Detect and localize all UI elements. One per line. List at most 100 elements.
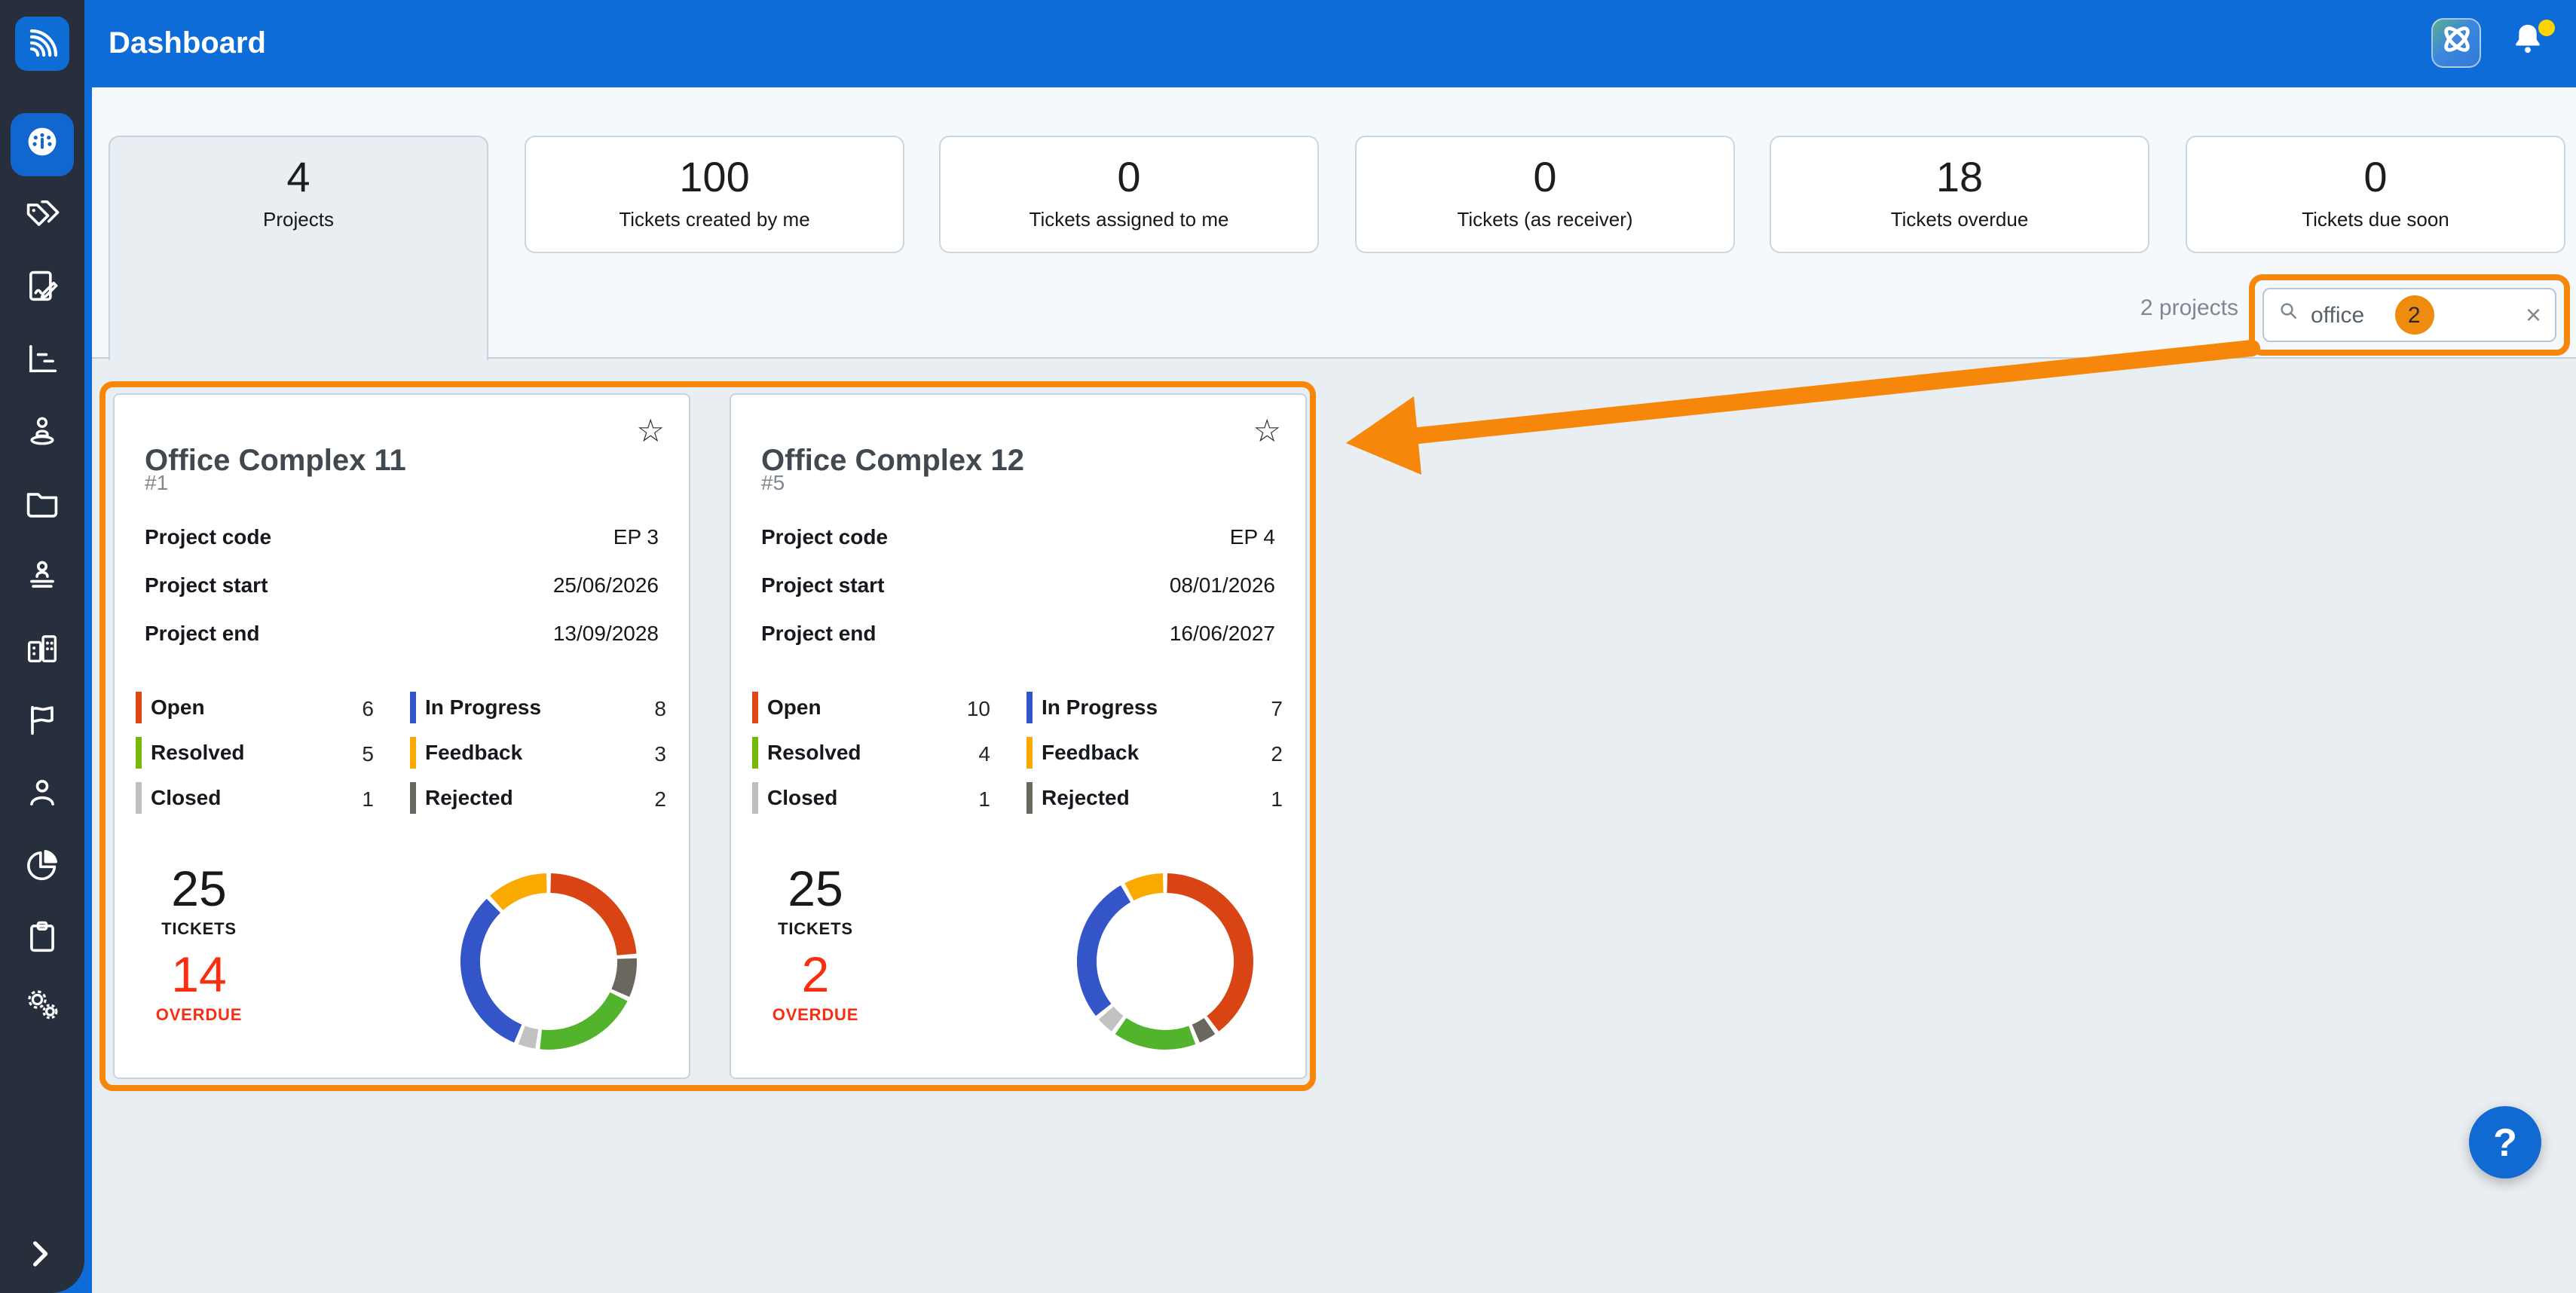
bell-icon [2508,39,2547,65]
status-color-bar [752,692,758,723]
stat-card-tickets-receiver[interactable]: 0 Tickets (as receiver) [1355,136,1735,253]
folder-icon [23,483,62,530]
field-value: EP 3 [613,524,659,549]
app-switcher-button[interactable] [2431,18,2481,68]
project-card[interactable]: Office Complex 12 ☆ #5 Project code EP 4… [730,393,1307,1079]
notification-badge-dot [2538,20,2555,36]
field-label: Project end [761,621,877,645]
status-rejected: Rejected 2 [410,782,666,815]
project-card[interactable]: Office Complex 11 ☆ #1 Project code EP 3… [113,393,690,1079]
page-title: Dashboard [109,0,266,87]
sidebar-item-reports[interactable] [21,341,63,383]
search-highlight-box: office 2 × [2249,274,2570,356]
sidebar-expand-button[interactable] [18,1236,60,1278]
chevron-right-icon [20,1233,59,1280]
status-color-bar [752,782,758,814]
sidebar-item-companies[interactable] [21,630,63,672]
project-number: #5 [761,470,785,494]
status-closed: Closed 1 [136,782,377,815]
document-sign-icon [23,266,62,313]
status-open: Open 6 [136,692,377,725]
status-rejected: Rejected 1 [1026,782,1283,815]
stat-card-tickets-created[interactable]: 100 Tickets created by me [525,136,904,253]
person-icon [23,772,62,819]
status-color-bar [410,782,416,814]
status-resolved: Resolved 5 [136,737,377,770]
search-query-text: office [2311,302,2364,328]
search-icon [2278,300,2300,330]
field-value: 16/06/2027 [1170,621,1275,645]
clear-search-icon[interactable]: × [2526,301,2541,329]
field-label: Project code [145,524,271,549]
sidebar-item-tasks[interactable] [21,919,63,961]
sidebar-item-approvals[interactable] [21,558,63,600]
sidebar-item-dashboard[interactable] [21,124,63,166]
stat-card-tickets-assigned[interactable]: 0 Tickets assigned to me [939,136,1319,253]
stat-value: 18 [1936,155,1983,200]
stat-card-projects[interactable]: 4 Projects [109,136,488,360]
overdue-count: 14 [133,948,265,1002]
stat-label: Tickets (as receiver) [1457,208,1632,231]
field-label: Project start [761,573,884,597]
status-in-progress: In Progress 7 [1026,692,1283,725]
favorite-star-icon[interactable]: ☆ [1253,413,1281,451]
favorite-star-icon[interactable]: ☆ [636,413,665,451]
status-color-bar [1026,782,1033,814]
stat-card-tickets-overdue[interactable]: 18 Tickets overdue [1770,136,2149,253]
status-color-bar [752,737,758,769]
project-title: Office Complex 12 [761,444,1024,478]
status-color-bar [410,737,416,769]
ticket-status-donut-chart [449,862,648,1061]
stat-value: 0 [2363,155,2387,200]
field-value: 13/09/2028 [553,621,659,645]
stat-label: Projects [263,208,334,231]
sidebar-item-sign-document[interactable] [21,268,63,310]
person-location-icon [23,411,62,457]
sidebar-item-documents[interactable] [21,485,63,527]
buildings-icon [23,628,62,674]
stat-value: 0 [1533,155,1556,200]
overdue-count: 2 [749,948,882,1002]
tickets-count: 25 [133,862,265,916]
project-search-input[interactable]: office 2 × [2262,288,2556,342]
stat-value: 0 [1117,155,1140,200]
sidebar-item-users[interactable] [21,775,63,817]
pie-chart-icon [23,845,62,891]
tickets-summary: 25 TICKETS 14 OVERDUE [133,862,265,1025]
notifications-button[interactable] [2508,20,2556,68]
sidebar [0,0,84,1293]
sidebar-item-settings[interactable] [21,986,63,1028]
status-feedback: Feedback 2 [1026,737,1283,770]
status-color-bar [1026,692,1033,723]
field-label: Project end [145,621,260,645]
match-count-badge: 2 [2394,295,2434,335]
flag-icon [23,700,62,747]
sidebar-item-site-contacts[interactable] [21,413,63,455]
tags-icon [23,194,62,240]
overdue-caption: OVERDUE [749,1007,882,1025]
stat-label: Tickets overdue [1891,208,2029,231]
help-button[interactable]: ? [2469,1106,2541,1178]
stat-label: Tickets due soon [2302,208,2449,231]
tickets-caption: TICKETS [749,921,882,939]
status-open: Open 10 [752,692,993,725]
tickets-summary: 25 TICKETS 2 OVERDUE [749,862,882,1025]
ticket-status-donut-chart [1066,862,1265,1061]
stat-card-tickets-due-soon[interactable]: 0 Tickets due soon [2186,136,2565,253]
project-number: #1 [145,470,168,494]
project-title: Office Complex 11 [145,444,406,478]
stat-value: 100 [679,155,749,200]
field-value: EP 4 [1230,524,1275,549]
dashboard-gauge-icon [23,121,62,168]
status-color-bar [136,692,142,723]
field-label: Project start [145,573,268,597]
stamp-icon [23,555,62,602]
stat-label: Tickets assigned to me [1029,208,1229,231]
sidebar-item-milestones[interactable] [21,702,63,744]
overdue-caption: OVERDUE [133,1007,265,1025]
status-color-bar [410,692,416,723]
atom-x-icon [2437,20,2476,66]
sidebar-item-tags[interactable] [21,196,63,238]
sidebar-item-statistics[interactable] [21,847,63,889]
status-color-bar [136,782,142,814]
